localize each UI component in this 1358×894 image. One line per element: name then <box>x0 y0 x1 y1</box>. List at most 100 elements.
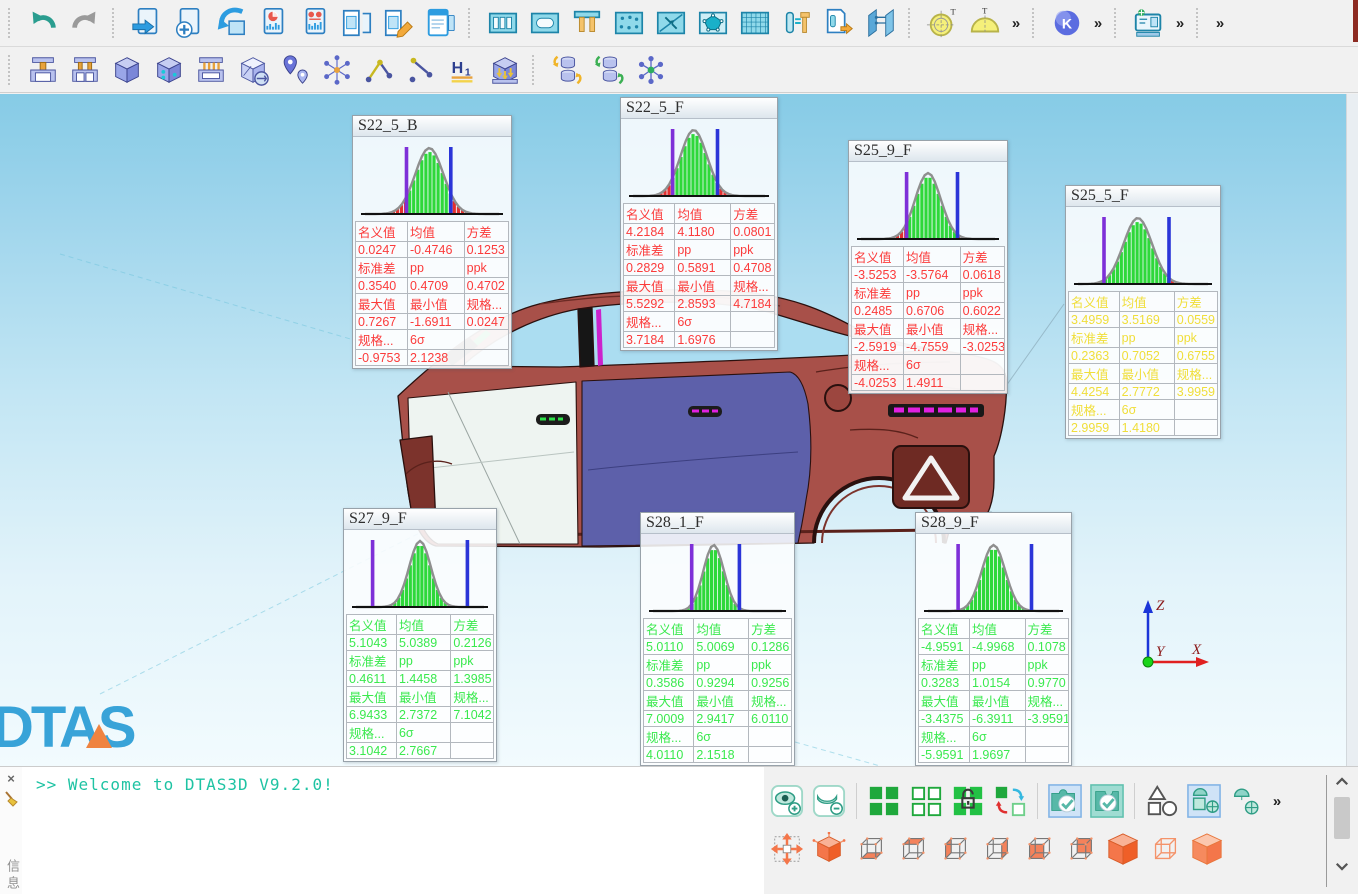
panel-title[interactable]: S28_1_F <box>641 513 794 534</box>
cylinder-rotate-yellow-button[interactable] <box>548 51 586 89</box>
compare-documents-button[interactable] <box>338 4 376 42</box>
squares-lock-button[interactable] <box>949 782 987 820</box>
puzzle-check-right-button[interactable] <box>1088 782 1126 820</box>
overflow-chevron-icon[interactable]: » <box>1170 15 1190 32</box>
panel-title[interactable]: S27_9_F <box>344 509 496 530</box>
cube-face-left-button[interactable] <box>936 830 974 868</box>
tolerance-semicircle-button[interactable]: T <box>966 4 1004 42</box>
cylinder-rotate-green-button[interactable] <box>590 51 628 89</box>
press-fixture-button[interactable] <box>192 51 230 89</box>
iso-cube-button[interactable] <box>810 830 848 868</box>
stat-cell: 0.0247 <box>356 242 408 258</box>
table-row: -3.5253-3.57640.0618 <box>852 267 1005 283</box>
kinematics-k-icon: K <box>1050 6 1084 40</box>
console-output[interactable]: >> Welcome to DTAS3D V9.2.0! <box>22 767 764 894</box>
report-histogram-button[interactable] <box>296 4 334 42</box>
viewport-3d[interactable]: Z Y X DTAS S22_5_B 名义值均值方差0.0247-0.47460… <box>0 94 1358 766</box>
overflow-chevron-icon[interactable]: » <box>1088 15 1108 32</box>
clamp-double-button[interactable] <box>66 51 104 89</box>
cube-face-bottom-button[interactable] <box>852 830 890 868</box>
stat-cell: 均值 <box>396 615 450 635</box>
pin-pair-feature-button[interactable] <box>568 4 606 42</box>
tolerance-circle-button[interactable]: T <box>924 4 962 42</box>
load-cube-button[interactable] <box>486 51 524 89</box>
shapes-measure-active-icon <box>1187 784 1221 818</box>
measurement-panel-S28_9_F[interactable]: S28_9_F 名义值均值方差-4.9591-4.99680.1078标准差pp… <box>915 512 1072 766</box>
measurement-panel-S25_5_F[interactable]: S25_5_F 名义值均值方差3.49593.51690.0559标准差pppp… <box>1065 185 1221 439</box>
polygon-feature-button[interactable] <box>694 4 732 42</box>
measurement-panel-S27_9_F[interactable]: S27_9_F 名义值均值方差5.10435.03890.2126标准差pppp… <box>343 508 497 762</box>
overflow-chevron-icon[interactable]: » <box>1267 793 1287 810</box>
show-eye-plus-button[interactable] <box>768 782 806 820</box>
undo-button[interactable] <box>24 4 62 42</box>
import-model-button[interactable] <box>212 4 250 42</box>
measurement-panel-S22_5_B[interactable]: S22_5_B 名义值均值方差0.0247-0.47460.1253标准差ppp… <box>352 115 512 369</box>
squares-filled-button[interactable] <box>865 782 903 820</box>
measurement-panel-S25_9_F[interactable]: S25_9_F 名义值均值方差-3.5253-3.57640.0618标准差pp… <box>848 140 1008 394</box>
puzzle-check-left-button[interactable] <box>1046 782 1084 820</box>
hide-eye-minus-button[interactable] <box>810 782 848 820</box>
mesh-surface-button[interactable] <box>736 4 774 42</box>
squares-outline-button[interactable] <box>907 782 945 820</box>
point-cloud-plane-button[interactable] <box>610 4 648 42</box>
panel-title[interactable]: S28_9_F <box>916 513 1071 534</box>
report-pie-button[interactable] <box>254 4 292 42</box>
scroll-down-icon[interactable] <box>1330 855 1354 877</box>
cube-face-top-button[interactable] <box>894 830 932 868</box>
overflow-chevron-icon[interactable]: » <box>1006 15 1026 32</box>
cmm-machine-button[interactable] <box>1130 4 1168 42</box>
vector-angle-yellow-button[interactable] <box>360 51 398 89</box>
redo-button[interactable] <box>66 4 104 42</box>
panel-title[interactable]: S22_5_F <box>621 98 777 119</box>
cube-face-right-button[interactable] <box>978 830 1016 868</box>
spec-list-button[interactable] <box>422 4 460 42</box>
location-pins-button[interactable] <box>276 51 314 89</box>
scrollbar-vertical[interactable] <box>1330 771 1354 891</box>
pin-bolt-assembly-button[interactable] <box>778 4 816 42</box>
cube-face-back-button[interactable] <box>1062 830 1100 868</box>
h1-datum-button[interactable]: H1 <box>444 51 482 89</box>
cube-face-front-button[interactable] <box>1020 830 1058 868</box>
measurement-panel-S28_1_F[interactable]: S28_1_F 名义值均值方差5.01105.00690.1286标准差pppp… <box>640 512 795 766</box>
panel-title[interactable]: S25_5_F <box>1066 186 1220 207</box>
squares-swap-button[interactable] <box>991 782 1029 820</box>
edit-document-button[interactable] <box>380 4 418 42</box>
console-tab-info[interactable]: 信息 <box>3 859 22 893</box>
cube-measure-icon <box>236 53 270 87</box>
move-view-button[interactable] <box>768 830 806 868</box>
cube-wireframe-button[interactable] <box>1146 830 1184 868</box>
pin-document-button[interactable] <box>820 4 858 42</box>
table-row: -2.5919-4.7559-3.0253 <box>852 339 1005 355</box>
stat-cell: 0.4709 <box>408 278 465 294</box>
dome-crosshair-button[interactable] <box>1227 782 1265 820</box>
scrollbar-thumb[interactable] <box>1334 797 1350 839</box>
vector-angle-blue-button[interactable] <box>402 51 440 89</box>
stat-cell: 2.9417 <box>694 711 749 727</box>
kinematics-k-button[interactable]: K <box>1048 4 1086 42</box>
cube-solid-button[interactable] <box>108 51 146 89</box>
cube-measure-button[interactable] <box>234 51 272 89</box>
vector-plane-button[interactable] <box>652 4 690 42</box>
rounded-slot-feature-button[interactable] <box>526 4 564 42</box>
panel-title[interactable]: S25_9_F <box>849 141 1007 162</box>
table-row: 规格...6σ <box>347 723 494 743</box>
measurement-panel-S22_5_F[interactable]: S22_5_F 名义值均值方差4.21844.11800.0801标准差pppp… <box>620 97 778 351</box>
cube-dice-button[interactable] <box>150 51 188 89</box>
atom-network-button[interactable] <box>318 51 356 89</box>
panel-title[interactable]: S22_5_B <box>353 116 511 137</box>
console-clear-broom-icon[interactable] <box>3 791 19 807</box>
parallel-planes-button[interactable] <box>862 4 900 42</box>
shapes-measure-active-button[interactable] <box>1185 782 1223 820</box>
cube-solid-full-button[interactable] <box>1104 830 1142 868</box>
star-network-button[interactable] <box>632 51 670 89</box>
shapes-outline-button[interactable] <box>1143 782 1181 820</box>
new-document-button[interactable] <box>170 4 208 42</box>
scroll-up-icon[interactable] <box>1330 771 1354 793</box>
slot-feature-button[interactable] <box>484 4 522 42</box>
overflow-chevron-icon[interactable]: » <box>1210 15 1230 32</box>
clamp-single-button[interactable] <box>24 51 62 89</box>
cube-solid-light-button[interactable] <box>1188 830 1226 868</box>
axis-label-x: X <box>1191 642 1202 658</box>
export-model-button[interactable] <box>128 4 166 42</box>
console-close-button[interactable]: × <box>3 771 19 787</box>
